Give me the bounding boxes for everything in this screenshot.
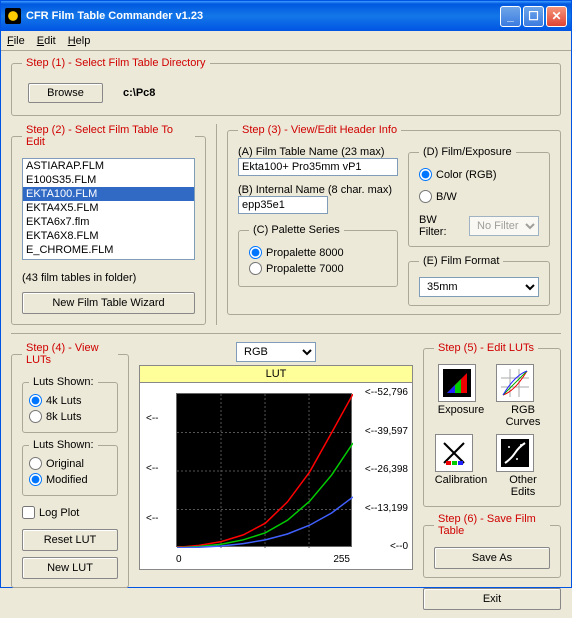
film-table-list[interactable]: ASTIARAP.FLME100S35.FLMEKTA100.FLMEKTA4X… bbox=[22, 158, 195, 260]
bw-filter-label: BW Filter: bbox=[419, 214, 465, 238]
chart-channel-select[interactable]: RGB bbox=[236, 342, 316, 362]
menu-edit[interactable]: Edit bbox=[37, 35, 56, 47]
menu-file[interactable]: File bbox=[7, 35, 25, 47]
titlebar: CFR Film Table Commander v1.23 _ ☐ ✕ bbox=[1, 1, 571, 31]
other-edits-button[interactable] bbox=[496, 434, 534, 472]
new-film-wizard-button[interactable]: New Film Table Wizard bbox=[22, 292, 195, 314]
chart-plot-area bbox=[177, 394, 353, 548]
list-item[interactable]: EKTA4X5.FLM bbox=[23, 201, 194, 215]
film-exposure-group: (D) Film/Exposure Color (RGB) B/W BW Fil… bbox=[408, 146, 550, 247]
app-window: CFR Film Table Commander v1.23 _ ☐ ✕ Fil… bbox=[0, 0, 572, 588]
window-title: CFR Film Table Commander v1.23 bbox=[26, 10, 500, 22]
radio-4k-luts[interactable]: 4k Luts bbox=[29, 394, 81, 407]
step4-group: Step (4) - View LUTs Luts Shown: 4k Luts… bbox=[11, 342, 129, 588]
maximize-button[interactable]: ☐ bbox=[523, 6, 544, 27]
left-tick-arrow: <-- bbox=[146, 413, 159, 424]
exposure-label: Exposure bbox=[438, 404, 484, 416]
step3-legend: Step (3) - View/Edit Header Info bbox=[238, 124, 401, 136]
exit-button[interactable]: Exit bbox=[423, 588, 561, 610]
film-table-name-input[interactable] bbox=[238, 158, 398, 176]
step4-legend: Step (4) - View LUTs bbox=[22, 342, 118, 366]
y-tick-label: <--13,199 bbox=[365, 503, 408, 514]
path-display: c:\Pc8 bbox=[123, 87, 155, 99]
radio-modified[interactable]: Modified bbox=[29, 473, 88, 486]
divider bbox=[216, 124, 217, 325]
luts-shown-source: Luts Shown: Original Modified bbox=[22, 439, 118, 496]
label-c: (C) Palette Series bbox=[249, 224, 344, 236]
step5-group: Step (5) - Edit LUTs Exposure RGB Curves bbox=[423, 342, 561, 507]
step6-group: Step (6) - Save Film Table Save As bbox=[423, 513, 561, 578]
list-item[interactable]: EKTA6X8.FLM bbox=[23, 229, 194, 243]
minimize-button[interactable]: _ bbox=[500, 6, 521, 27]
y-tick-label: <--39,597 bbox=[365, 426, 408, 437]
new-lut-button[interactable]: New LUT bbox=[22, 557, 118, 579]
label-b: (B) Internal Name (8 char. max) bbox=[238, 184, 398, 196]
menu-help[interactable]: Help bbox=[68, 35, 91, 47]
calibration-label: Calibration bbox=[435, 474, 488, 486]
close-button[interactable]: ✕ bbox=[546, 6, 567, 27]
label-e: (E) Film Format bbox=[419, 255, 503, 267]
list-item[interactable]: ASTIARAP.FLM bbox=[23, 159, 194, 173]
film-format-select[interactable]: 35mm bbox=[419, 277, 539, 297]
radio-propalette-7000[interactable]: Propalette 7000 bbox=[249, 262, 344, 275]
lut-chart: LUT <--52,796 <--39,597 <--26,398 <--13,199… bbox=[139, 365, 413, 570]
browse-button[interactable]: Browse bbox=[28, 83, 103, 103]
left-tick-arrow: <-- bbox=[146, 513, 159, 524]
radio-propalette-8000[interactable]: Propalette 8000 bbox=[249, 246, 344, 259]
radio-original[interactable]: Original bbox=[29, 457, 84, 470]
label-a: (A) Film Table Name (23 max) bbox=[238, 146, 398, 158]
step3-group: Step (3) - View/Edit Header Info (A) Fil… bbox=[227, 124, 561, 315]
step1-group: Step (1) - Select Film Table Directory B… bbox=[11, 57, 561, 116]
list-item[interactable]: E100S35.FLM bbox=[23, 173, 194, 187]
palette-series-group: (C) Palette Series Propalette 8000 Propa… bbox=[238, 224, 398, 287]
rgb-curves-label: RGB Curves bbox=[496, 404, 550, 428]
internal-name-input[interactable] bbox=[238, 196, 328, 214]
rgb-curves-button[interactable] bbox=[496, 364, 534, 402]
film-count-label: (43 film tables in folder) bbox=[22, 272, 195, 284]
radio-8k-luts[interactable]: 8k Luts bbox=[29, 410, 81, 423]
label-d: (D) Film/Exposure bbox=[419, 146, 516, 158]
left-tick-arrow: <-- bbox=[146, 463, 159, 474]
x-tick-label: 255 bbox=[333, 554, 350, 565]
app-icon bbox=[5, 8, 21, 24]
bw-filter-select: No Filter bbox=[469, 216, 539, 236]
step2-group: Step (2) - Select Film Table To Edit AST… bbox=[11, 124, 206, 325]
y-tick-label: <--52,796 bbox=[365, 387, 408, 398]
other-edits-label: Other Edits bbox=[496, 474, 550, 498]
chart-title: LUT bbox=[140, 366, 412, 383]
menu-bar: File Edit Help bbox=[1, 31, 571, 51]
radio-bw[interactable]: B/W bbox=[419, 190, 457, 203]
x-tick-label: 0 bbox=[176, 554, 182, 565]
film-format-group: (E) Film Format 35mm bbox=[408, 255, 550, 306]
y-tick-label: <--26,398 bbox=[365, 464, 408, 475]
list-item[interactable]: EKTA100.FLM bbox=[23, 187, 194, 201]
step5-legend: Step (5) - Edit LUTs bbox=[434, 342, 538, 354]
exposure-button[interactable] bbox=[438, 364, 476, 402]
step6-legend: Step (6) - Save Film Table bbox=[434, 513, 550, 537]
list-item[interactable]: EKTA6x7.flm bbox=[23, 215, 194, 229]
list-item[interactable]: E_CHROME.FLM bbox=[23, 243, 194, 257]
divider bbox=[11, 333, 561, 334]
luts-shown-bits: Luts Shown: 4k Luts 8k Luts bbox=[22, 376, 118, 433]
save-as-button[interactable]: Save As bbox=[434, 547, 550, 569]
step2-legend: Step (2) - Select Film Table To Edit bbox=[22, 124, 195, 148]
calibration-button[interactable] bbox=[435, 434, 473, 472]
reset-lut-button[interactable]: Reset LUT bbox=[22, 529, 118, 551]
step1-legend: Step (1) - Select Film Table Directory bbox=[22, 57, 210, 69]
log-plot-checkbox[interactable]: Log Plot bbox=[22, 506, 118, 519]
radio-color-rgb[interactable]: Color (RGB) bbox=[419, 168, 497, 181]
y-tick-label: <--0 bbox=[390, 541, 408, 552]
